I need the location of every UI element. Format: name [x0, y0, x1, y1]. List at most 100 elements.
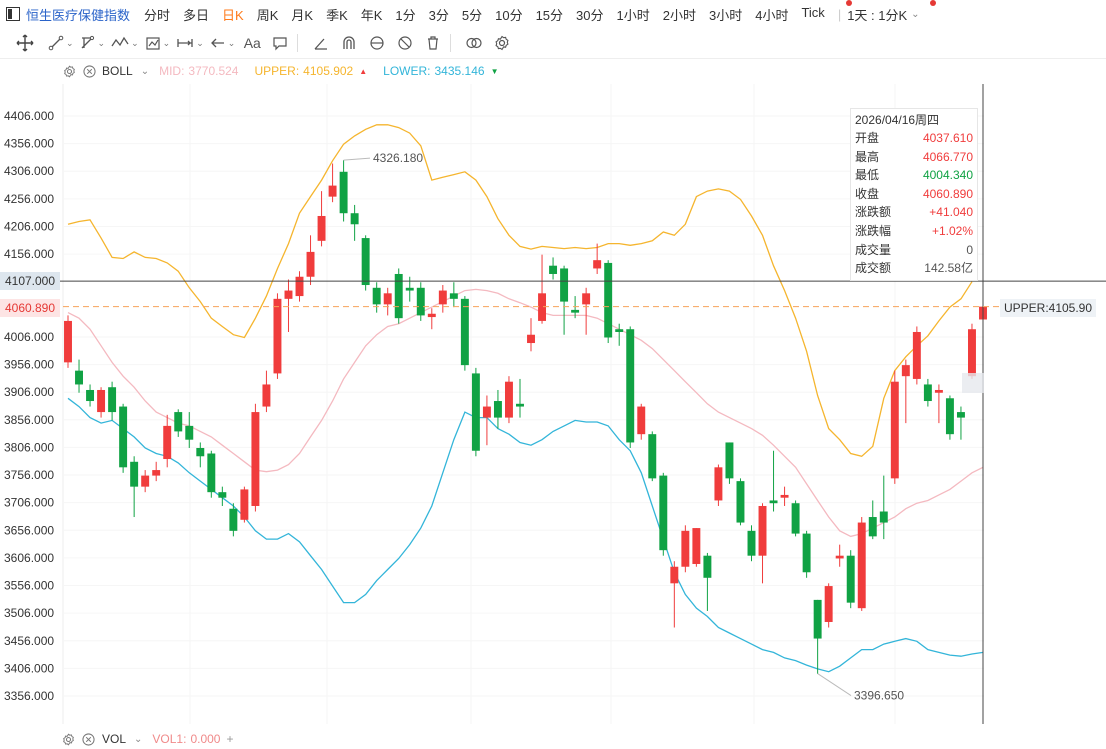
- candle-body: [934, 389, 943, 393]
- min-leader-line: [817, 673, 852, 696]
- candle-body: [670, 566, 679, 584]
- y-tick-label: 3756.000: [4, 468, 54, 482]
- candle-body: [901, 365, 910, 377]
- boll-lower-line: [67, 397, 984, 673]
- candle-body: [86, 389, 95, 402]
- candle-body: [802, 533, 811, 573]
- candle-body: [482, 406, 491, 418]
- info-row: 成交额 142.58亿: [855, 259, 973, 278]
- candle-body: [229, 508, 238, 531]
- hover-highlight: [962, 373, 984, 393]
- candle-body: [207, 453, 216, 493]
- vol-legend: VOL ⌄ VOL1: 0.000 +: [62, 730, 233, 748]
- candle-body: [438, 290, 447, 305]
- y-tick-label: 4306.000: [4, 164, 54, 178]
- candle-body: [427, 313, 436, 318]
- info-row: 涨跌幅 +1.02%: [855, 222, 973, 241]
- vol1-label: VOL1:: [152, 732, 187, 746]
- info-key: 收盘: [855, 186, 880, 201]
- y-tick-label: 3506.000: [4, 606, 54, 620]
- candle-body: [394, 273, 403, 319]
- y-tick-label: 4256.000: [4, 192, 54, 206]
- candle-body: [879, 511, 888, 523]
- y-tick-label: 3606.000: [4, 551, 54, 565]
- candle-body: [912, 331, 921, 379]
- candle-body: [75, 370, 83, 385]
- candle-body: [604, 262, 613, 338]
- info-key: 涨跌幅: [855, 223, 892, 238]
- info-date: 2026/04/16周四: [855, 113, 940, 127]
- info-value: 142.58亿: [924, 261, 973, 276]
- candle-body: [273, 298, 282, 374]
- vol1-value: 0.000: [190, 732, 221, 746]
- info-value: 4066.770: [922, 149, 973, 164]
- upper-value: 4105.902: [303, 64, 354, 78]
- candle-body: [637, 406, 646, 435]
- y-tick-label: 3356.000: [4, 689, 54, 703]
- info-row: 最低 4004.340: [855, 166, 973, 185]
- y-tick-label: 3706.000: [4, 496, 54, 510]
- settings-gear-icon[interactable]: [62, 64, 76, 78]
- candle-body: [317, 215, 326, 241]
- candle-body: [923, 384, 932, 402]
- info-value: 4004.340: [922, 168, 973, 183]
- y-tick-label: 3406.000: [4, 661, 54, 675]
- candle-body: [405, 287, 414, 291]
- y-tick-label: 3856.000: [4, 413, 54, 427]
- y-tick-label: 3806.000: [4, 440, 54, 454]
- candle-body: [449, 293, 458, 299]
- ohlc-info-panel: 2026/04/16周四 开盘 4037.610 最高 4066.770 最低 4004.…: [850, 108, 978, 281]
- candle-body: [240, 489, 249, 520]
- candle-body: [813, 599, 822, 639]
- indicator-name[interactable]: BOLL: [102, 64, 133, 78]
- chevron-down-icon[interactable]: ⌄: [141, 66, 149, 77]
- candle-body: [174, 412, 183, 432]
- candle-body: [968, 329, 976, 377]
- candle-body: [383, 293, 392, 305]
- candle-body: [582, 293, 591, 305]
- lower-label: LOWER:: [383, 64, 431, 78]
- info-key: 最高: [855, 149, 880, 164]
- lower-value: 3435.146: [434, 64, 485, 78]
- candle-body: [130, 461, 139, 487]
- last-price-tag: 4060.890: [0, 299, 60, 317]
- upper-value-tag: UPPER:4105.90: [1000, 299, 1096, 317]
- candle-body: [791, 503, 800, 534]
- y-tick-label: 4356.000: [4, 137, 54, 151]
- candle-body: [163, 425, 172, 460]
- y-tick-label: 4206.000: [4, 219, 54, 233]
- candle-body: [328, 185, 337, 197]
- candle-body: [560, 268, 569, 302]
- up-arrow-icon: ▲: [359, 66, 368, 76]
- y-tick-label: 4156.000: [4, 247, 54, 261]
- candle-body: [714, 467, 723, 501]
- candle-body: [648, 434, 657, 479]
- add-icon[interactable]: +: [226, 732, 233, 746]
- info-row: 最高 4066.770: [855, 148, 973, 167]
- chevron-down-icon[interactable]: ⌄: [134, 734, 142, 745]
- crosshair-price-tag: 4107.000: [0, 272, 60, 290]
- candle-body: [703, 555, 712, 578]
- close-icon[interactable]: [82, 732, 96, 746]
- settings-gear-icon[interactable]: [62, 733, 76, 746]
- candle-body: [527, 334, 535, 344]
- info-row: 成交量 0: [855, 241, 973, 260]
- candle-body: [350, 213, 359, 225]
- y-tick-label: 4406.000: [4, 109, 54, 123]
- candle-body: [747, 530, 756, 556]
- candle-body: [571, 309, 580, 313]
- candle-body: [306, 251, 315, 277]
- close-icon[interactable]: [82, 64, 96, 78]
- info-key: 最低: [855, 168, 880, 183]
- boll-legend: BOLL ⌄ MID: 3770.524 UPPER: 4105.902 ▲ L…: [62, 62, 498, 80]
- info-key: 成交量: [855, 242, 892, 257]
- candle-body: [516, 403, 524, 407]
- info-value: 0: [966, 242, 973, 257]
- candle-body: [218, 492, 227, 498]
- candle-body: [593, 260, 602, 269]
- candle-body: [846, 555, 855, 603]
- candle-body: [284, 290, 293, 299]
- y-tick-label: 3906.000: [4, 385, 54, 399]
- candle-body: [758, 505, 767, 556]
- vol-name[interactable]: VOL: [102, 732, 126, 746]
